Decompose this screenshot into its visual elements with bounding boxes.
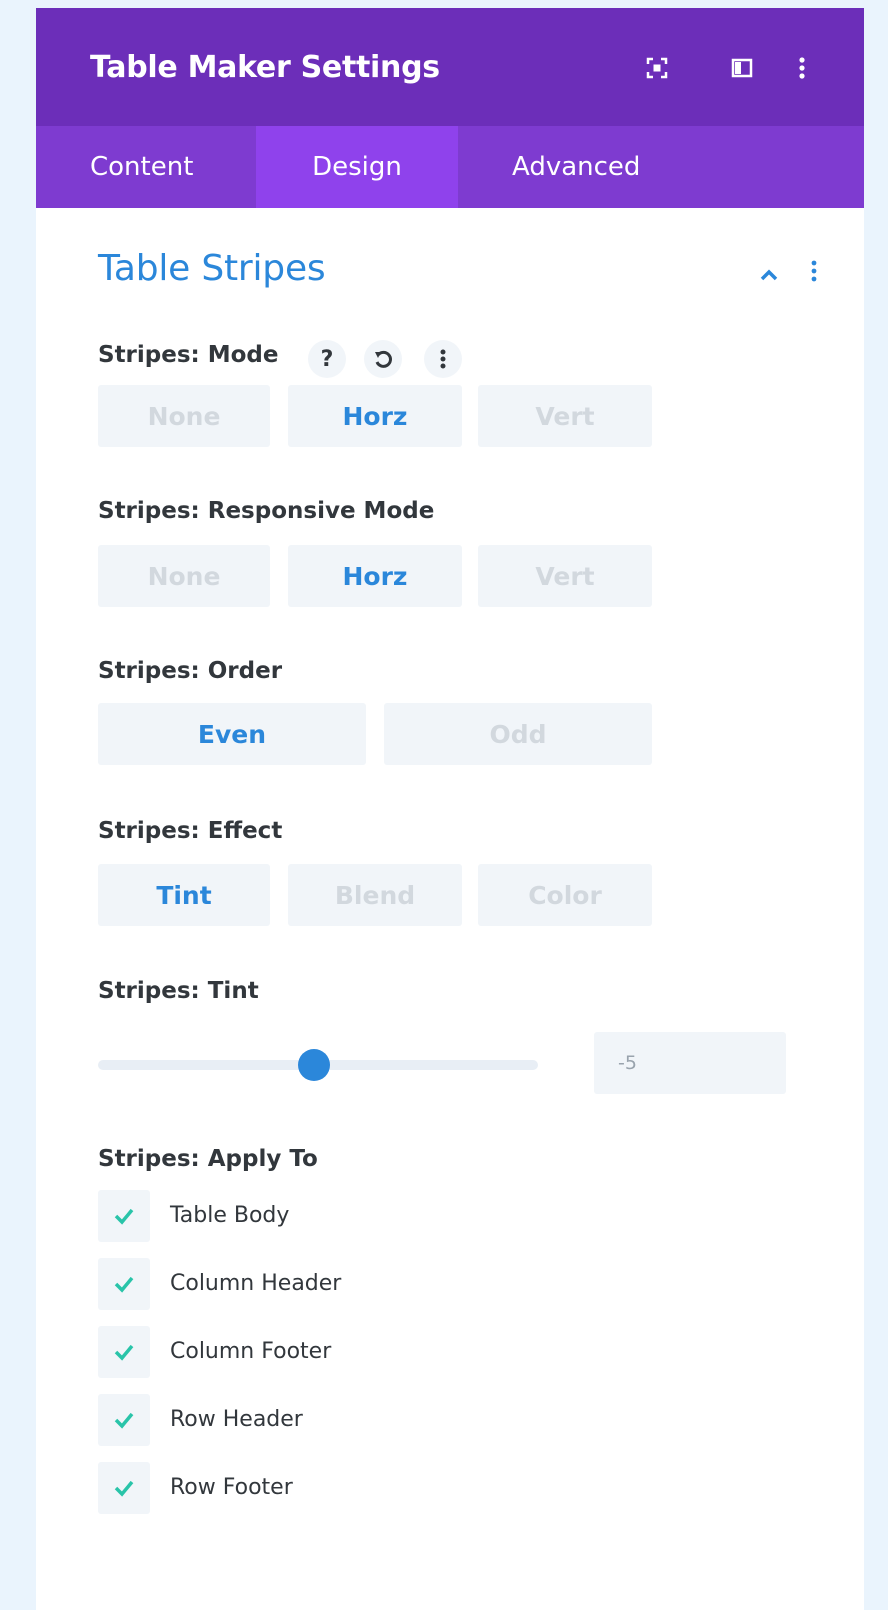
order-label: Stripes: Order [98, 658, 283, 684]
check-icon [114, 1276, 134, 1293]
order-option-even[interactable]: Even [98, 703, 366, 765]
panel-header: Table Maker Settings [36, 8, 864, 126]
check-icon [114, 1412, 134, 1429]
checkbox-label-table-body: Table Body [170, 1203, 290, 1228]
checkbox-row-footer[interactable] [98, 1462, 150, 1514]
checkbox-row-header[interactable] [98, 1394, 150, 1446]
tab-advanced[interactable]: Advanced [458, 126, 688, 208]
responsive-option-none[interactable]: None [98, 545, 270, 607]
checkbox-column-footer[interactable] [98, 1326, 150, 1378]
reset-icon[interactable] [364, 340, 402, 378]
mode-option-vert[interactable]: Vert [478, 385, 652, 447]
check-icon [114, 1480, 134, 1497]
mode-more-icon[interactable] [424, 340, 462, 378]
checkbox-table-body[interactable] [98, 1190, 150, 1242]
responsive-option-vert[interactable]: Vert [478, 545, 652, 607]
effect-option-color[interactable]: Color [478, 864, 652, 926]
tint-value-input[interactable] [594, 1032, 786, 1094]
check-icon [114, 1344, 134, 1361]
effect-option-blend[interactable]: Blend [288, 864, 462, 926]
tab-label: Design [312, 152, 402, 182]
tint-label: Stripes: Tint [98, 978, 259, 1004]
sidebar-layout-icon[interactable] [726, 52, 758, 84]
effect-label: Stripes: Effect [98, 818, 283, 844]
tint-slider-thumb[interactable] [297, 1049, 330, 1081]
checkbox-label-row-footer: Row Footer [170, 1475, 293, 1500]
mode-option-none[interactable]: None [98, 385, 270, 447]
checkbox-column-header[interactable] [98, 1258, 150, 1310]
expand-icon[interactable] [641, 52, 673, 84]
panel-title: Table Maker Settings [90, 50, 440, 85]
responsive-mode-label: Stripes: Responsive Mode [98, 498, 435, 524]
tab-bar: Content Design Advanced [36, 126, 864, 208]
checkbox-label-column-header: Column Header [170, 1271, 342, 1296]
tab-content[interactable]: Content [36, 126, 256, 208]
mode-label: Stripes: Mode [98, 342, 279, 368]
chevron-up-icon[interactable] [754, 260, 784, 290]
checkbox-label-column-footer: Column Footer [170, 1339, 332, 1364]
checkbox-label-row-header: Row Header [170, 1407, 303, 1432]
mode-option-horz[interactable]: Horz [288, 385, 462, 447]
section-title[interactable]: Table Stripes [98, 248, 326, 289]
tab-design[interactable]: Design [256, 126, 458, 208]
apply-to-label: Stripes: Apply To [98, 1146, 318, 1172]
settings-panel: Table Maker Settings Content Design Adva… [36, 8, 864, 1610]
more-vertical-icon[interactable] [786, 52, 818, 84]
order-option-odd[interactable]: Odd [384, 703, 652, 765]
effect-option-tint[interactable]: Tint [98, 864, 270, 926]
tab-label: Advanced [512, 152, 641, 182]
help-icon[interactable]: ? [308, 340, 346, 378]
help-glyph: ? [320, 346, 334, 372]
tab-label: Content [90, 152, 194, 182]
check-icon [114, 1208, 134, 1225]
section-more-icon[interactable] [804, 256, 824, 286]
responsive-option-horz[interactable]: Horz [288, 545, 462, 607]
